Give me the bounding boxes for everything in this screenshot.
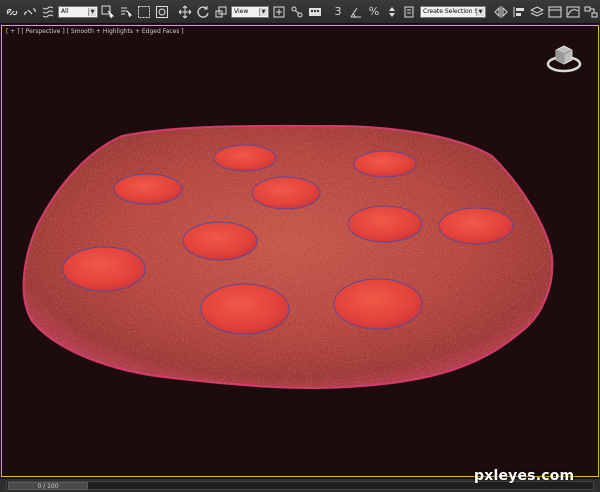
curve-editor-icon[interactable]	[565, 4, 581, 20]
schematic-view-icon[interactable]	[583, 4, 599, 20]
pizza-scene	[22, 124, 554, 389]
rotate-icon[interactable]	[195, 4, 211, 20]
keyboard-shortcut-icon[interactable]	[307, 4, 323, 20]
chevron-down-icon: ▼	[259, 7, 267, 16]
perspective-viewport[interactable]: [ + ] [ Perspective ] [ Smooth + Highlig…	[1, 25, 599, 477]
selection-filter-select[interactable]: All ▼	[58, 5, 98, 18]
align-icon[interactable]	[511, 4, 527, 20]
reference-coord-select[interactable]: View ▼	[231, 5, 269, 18]
edit-named-selection-icon[interactable]	[402, 4, 418, 20]
frame-counter: 0 / 100	[37, 482, 59, 490]
reference-coord-value: View	[234, 8, 249, 15]
pepperoni-slice	[182, 221, 258, 261]
pepperoni-slice	[353, 150, 417, 178]
snap-3d-label: 3	[334, 5, 342, 18]
window-crossing-icon[interactable]	[154, 4, 170, 20]
pepperoni-slice	[62, 246, 146, 292]
pepperoni-slice	[333, 278, 423, 330]
select-manipulate-icon[interactable]	[289, 4, 305, 20]
bind-space-warp-icon[interactable]	[40, 4, 56, 20]
percent-snap-label: %	[368, 5, 380, 18]
named-selection-set-value: Create Selection Se	[423, 8, 482, 15]
layer-manager-icon[interactable]	[529, 4, 545, 20]
scale-icon[interactable]	[213, 4, 229, 20]
mirror-icon[interactable]	[493, 4, 509, 20]
main-toolbar: All ▼ View ▼ 3 % Create Selection Se ▼	[0, 0, 600, 24]
graphite-ribbon-icon[interactable]	[547, 4, 563, 20]
pepperoni-slice	[251, 176, 321, 210]
pepperoni-slice	[113, 173, 183, 205]
percent-snap-icon[interactable]: %	[366, 4, 382, 20]
select-by-name-icon[interactable]	[118, 4, 134, 20]
select-object-icon[interactable]	[100, 4, 116, 20]
viewcube-icon[interactable]	[546, 40, 582, 76]
pepperoni-slice	[347, 205, 423, 243]
unlink-icon[interactable]	[22, 4, 38, 20]
pepperoni-slice	[213, 144, 277, 172]
snap-3d-icon[interactable]: 3	[330, 4, 346, 20]
use-pivot-icon[interactable]	[271, 4, 287, 20]
pepperoni-slice	[200, 283, 290, 335]
move-icon[interactable]	[177, 4, 193, 20]
angle-snap-icon[interactable]	[348, 4, 364, 20]
named-selection-set-select[interactable]: Create Selection Se ▼	[420, 5, 486, 18]
pepperoni-slice	[438, 207, 514, 245]
link-icon[interactable]	[4, 4, 20, 20]
selection-filter-value: All	[61, 8, 69, 15]
chevron-down-icon: ▼	[88, 7, 96, 16]
spinner-snap-icon[interactable]	[384, 4, 400, 20]
rect-selection-icon[interactable]	[136, 4, 152, 20]
watermark: pxleyes.com	[474, 468, 575, 484]
time-slider-thumb[interactable]: 0 / 100	[8, 482, 88, 490]
chevron-down-icon: ▼	[476, 7, 484, 16]
